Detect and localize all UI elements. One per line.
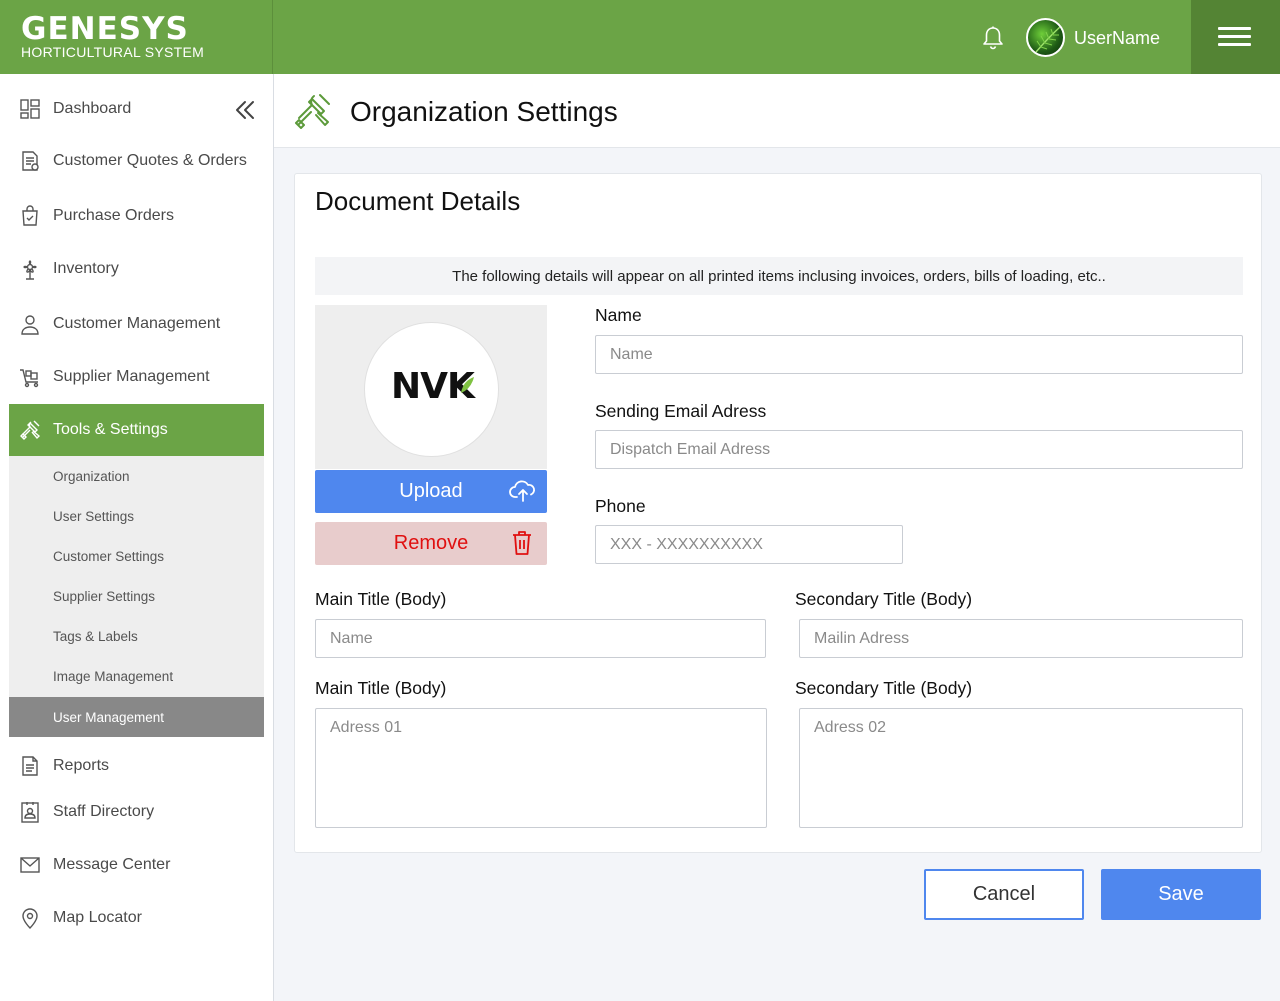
upload-button[interactable]: Upload	[315, 470, 547, 513]
sidebar-item-label: Dashboard	[53, 100, 132, 117]
sending-email-label: Sending Email Adress	[595, 401, 767, 421]
tools-icon	[295, 94, 330, 129]
address-2-textarea[interactable]	[799, 708, 1243, 828]
sidebar-item-reports[interactable]: Reports	[9, 740, 264, 792]
sidebar-item-map-locator[interactable]: Map Locator	[9, 892, 264, 944]
submenu-item-label: Customer Settings	[53, 549, 165, 564]
sidebar-item-inventory[interactable]: Inventory	[9, 243, 264, 295]
cloud-upload-icon	[509, 480, 535, 502]
page-header: Organization Settings	[274, 74, 1280, 148]
phone-label: Phone	[595, 496, 646, 516]
sidebar-item-purchase-orders[interactable]: Purchase Orders	[9, 190, 264, 242]
sidebar-item-label: Tools & Settings	[53, 421, 168, 438]
address-1-textarea[interactable]	[315, 708, 767, 828]
fern-image	[1035, 25, 1062, 53]
cancel-button[interactable]: Cancel	[924, 869, 1084, 920]
sidebar-item-label: Staff Directory	[53, 803, 155, 820]
logo-text: NVK	[391, 366, 475, 407]
map-pin-icon	[22, 908, 38, 929]
hamburger-icon	[1218, 27, 1251, 30]
main-title-label: Main Title (Body)	[315, 589, 447, 609]
sidebar-item-label: Customer Quotes & Orders	[53, 152, 247, 169]
sidebar-item-message-center[interactable]: Message Center	[9, 839, 264, 891]
report-icon	[22, 756, 38, 776]
top-bar: GENESYS HORTICULTURAL SYSTEM UserName	[0, 0, 1280, 74]
sidebar-item-label: Message Center	[53, 856, 171, 873]
sidebar-item-label: Purchase Orders	[53, 207, 174, 224]
directory-icon	[21, 802, 39, 823]
sidebar-item-customer-quotes[interactable]: Customer Quotes & Orders	[9, 135, 264, 187]
remove-button[interactable]: Remove	[315, 522, 547, 565]
secondary-title-label: Secondary Title (Body)	[795, 589, 973, 609]
name-label: Name	[595, 305, 642, 325]
trash-icon	[513, 531, 531, 555]
sidebar-item-label: Reports	[53, 757, 110, 774]
tools-settings-submenu: Organization User Settings Customer Sett…	[9, 456, 264, 737]
submenu-item-tags-labels[interactable]: Tags & Labels	[9, 616, 264, 656]
avatar[interactable]	[1026, 18, 1065, 57]
submenu-item-label: Image Management	[53, 669, 174, 684]
tools-icon	[20, 420, 41, 440]
user-icon	[21, 315, 39, 335]
sidebar-item-tools-settings[interactable]: Tools & Settings	[9, 404, 264, 456]
submenu-item-label: User Settings	[53, 509, 135, 524]
dashboard-icon	[20, 99, 40, 119]
save-button[interactable]: Save	[1101, 869, 1261, 920]
card-title: Document Details	[315, 186, 521, 216]
main-title-label-2: Main Title (Body)	[315, 678, 447, 698]
sidebar-item-staff-directory[interactable]: Staff Directory	[9, 786, 264, 838]
sidebar: Dashboard Customer Quotes & Orders Purch…	[0, 74, 274, 1001]
hamburger-menu-button[interactable]	[1191, 0, 1280, 74]
main-title-input[interactable]	[315, 619, 766, 658]
brand-subtitle: HORTICULTURAL SYSTEM	[21, 44, 205, 60]
submenu-item-label: Organization	[53, 469, 130, 484]
info-notice: The following details will appear on all…	[315, 257, 1243, 295]
sidebar-item-label: Map Locator	[53, 909, 142, 926]
hamburger-icon-line	[1218, 35, 1251, 38]
submenu-item-user-settings[interactable]: User Settings	[9, 496, 264, 536]
bell-icon[interactable]	[979, 24, 1007, 52]
submenu-item-customer-settings[interactable]: Customer Settings	[9, 536, 264, 576]
mail-icon	[20, 857, 40, 873]
document-icon	[22, 151, 39, 171]
sending-email-input[interactable]	[595, 430, 1243, 469]
username[interactable]: UserName	[1074, 28, 1160, 49]
plant-icon	[23, 260, 37, 280]
submenu-item-label: Tags & Labels	[53, 629, 138, 644]
document-details-card: Document Details The following details w…	[294, 173, 1262, 853]
secondary-title-label-2: Secondary Title (Body)	[795, 678, 973, 698]
submenu-item-label: User Management	[53, 710, 165, 725]
hamburger-icon-line	[1218, 43, 1251, 46]
sidebar-item-supplier-management[interactable]: Supplier Management	[9, 351, 264, 403]
company-logo: NVK	[364, 322, 499, 457]
submenu-item-user-management[interactable]: User Management	[9, 697, 264, 737]
shopping-bag-icon	[22, 205, 38, 226]
sidebar-item-customer-management[interactable]: Customer Management	[9, 298, 264, 350]
logo-preview: NVK	[315, 305, 547, 469]
brand-name: GENESYS	[21, 11, 189, 47]
leaf-icon	[461, 377, 474, 393]
sidebar-item-label: Supplier Management	[53, 368, 210, 385]
submenu-item-image-management[interactable]: Image Management	[9, 656, 264, 696]
sidebar-item-label: Inventory	[53, 260, 119, 277]
submenu-item-label: Supplier Settings	[53, 589, 156, 604]
brand-logo[interactable]: GENESYS HORTICULTURAL SYSTEM	[0, 0, 273, 74]
secondary-title-input[interactable]	[799, 619, 1243, 658]
submenu-item-supplier-settings[interactable]: Supplier Settings	[9, 576, 264, 616]
name-input[interactable]	[595, 335, 1243, 374]
sidebar-item-label: Customer Management	[53, 315, 221, 332]
cart-icon	[20, 369, 39, 388]
phone-input[interactable]	[595, 525, 903, 564]
sidebar-item-dashboard[interactable]: Dashboard	[9, 83, 264, 135]
submenu-item-organization[interactable]: Organization	[9, 456, 264, 496]
page-title: Organization Settings	[350, 96, 618, 127]
